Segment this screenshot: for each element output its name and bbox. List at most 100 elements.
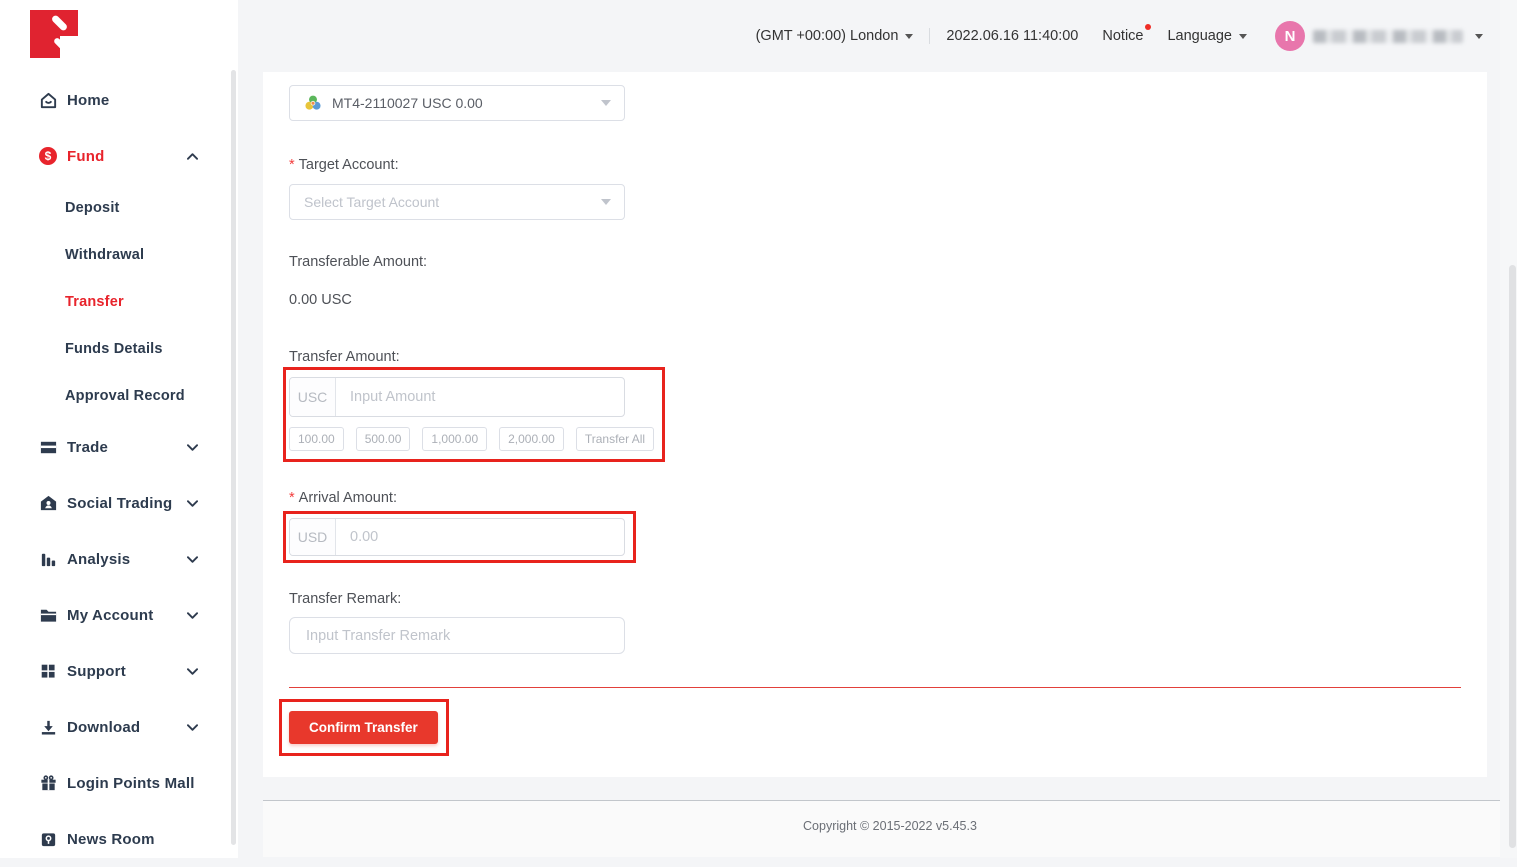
server-datetime: 2022.06.16 11:40:00 [946,28,1078,44]
gift-icon [38,773,58,793]
mt4-account-icon [304,94,322,112]
source-account-select[interactable]: MT4-2110027 USC 0.00 [289,85,625,121]
topbar: (GMT +00:00) London 2022.06.16 11:40:00 … [238,0,1517,72]
sidebar-item-approval-record[interactable]: Approval Record [0,372,238,419]
arrival-amount-annotation-box: USD [283,511,636,563]
chevron-down-icon [187,668,198,675]
news-room-icon [38,829,58,849]
topbar-divider [929,28,930,44]
sidebar: Home $ Fund Deposit Withdrawal Transfer … [0,0,238,858]
fund-icon: $ [38,146,58,166]
sidebar-item-label: Withdrawal [65,247,144,263]
transfer-amount-input[interactable] [336,378,624,416]
caret-down-icon [1239,34,1247,39]
sidebar-item-label: Download [67,719,140,736]
sidebar-scrollbar[interactable] [231,70,236,845]
transfer-amount-label: Transfer Amount: [289,349,1461,365]
footer-gap [238,777,1517,800]
quick-amount-button[interactable]: 2,000.00 [499,427,564,451]
target-account-label: *Target Account: [289,157,1461,173]
confirm-transfer-button[interactable]: Confirm Transfer [289,711,438,744]
transfer-form-card: MT4-2110027 USC 0.00 *Target Account: Se… [263,72,1487,777]
caret-down-icon [905,34,913,39]
language-selector[interactable]: Language [1167,28,1247,44]
avatar[interactable]: N [1275,21,1305,51]
sidebar-item-deposit[interactable]: Deposit [0,184,238,231]
sidebar-item-fund[interactable]: $ Fund [0,128,238,184]
sidebar-item-label: Fund [67,148,104,165]
required-marker: * [289,157,295,173]
sidebar-item-label: Support [67,663,126,680]
chevron-down-icon [187,444,198,451]
arrival-amount-input-group: USD [289,518,625,556]
sidebar-item-download[interactable]: Download [0,699,238,755]
home-icon [38,90,58,110]
sidebar-item-my-account[interactable]: My Account [0,587,238,643]
caret-down-icon [1475,34,1483,39]
sidebar-item-label: News Room [67,831,155,848]
transferable-amount-label: Transferable Amount: [289,254,1461,270]
transferable-amount-value: 0.00 USC [289,292,1461,308]
quick-amount-button[interactable]: 1,000.00 [422,427,487,451]
currency-prefix: USD [290,519,336,555]
sidebar-item-label: Funds Details [65,341,163,357]
sidebar-item-label: Deposit [65,200,120,216]
transfer-all-button[interactable]: Transfer All [576,427,654,451]
transfer-amount-annotation-box: USC 100.00 500.00 1,000.00 2,000.00 Tran… [283,367,665,462]
chevron-up-icon [187,153,198,160]
transfer-remark-input[interactable] [289,617,625,654]
brand-logo-icon [30,10,78,58]
language-label: Language [1167,28,1232,44]
quick-amount-row: 100.00 500.00 1,000.00 2,000.00 Transfer… [289,427,654,451]
sidebar-item-news-room[interactable]: News Room [0,811,238,867]
wallet-icon [38,437,58,457]
sidebar-item-home[interactable]: Home [0,72,238,128]
sidebar-item-social-trading[interactable]: Social Trading [0,475,238,531]
folder-icon [38,605,58,625]
notice-badge-dot [1145,24,1151,30]
caret-down-icon [601,199,611,205]
sidebar-item-login-points-mall[interactable]: Login Points Mall [0,755,238,811]
bar-chart-icon [38,549,58,569]
source-account-value: MT4-2110027 USC 0.00 [332,95,483,111]
notice-label: Notice [1102,28,1143,44]
sidebar-item-support[interactable]: Support [0,643,238,699]
caret-down-icon [601,100,611,106]
sidebar-item-label: Analysis [67,551,130,568]
arrival-amount-input[interactable] [336,519,624,555]
transfer-amount-input-group: USC [289,377,625,417]
sidebar-item-funds-details[interactable]: Funds Details [0,325,238,372]
sidebar-item-label: Trade [67,439,108,456]
chevron-down-icon [187,500,198,507]
page-scrollbar-thumb[interactable] [1509,265,1516,848]
notice-button[interactable]: Notice [1102,28,1143,44]
download-icon [38,717,58,737]
brand-logo[interactable] [0,0,238,72]
target-account-placeholder: Select Target Account [304,194,439,210]
timezone-selector[interactable]: (GMT +00:00) London [756,28,914,44]
target-account-select[interactable]: Select Target Account [289,184,625,220]
timezone-label: (GMT +00:00) London [756,28,899,44]
copyright-text: Copyright © 2015-2022 v5.45.3 [803,819,977,833]
sidebar-item-withdrawal[interactable]: Withdrawal [0,231,238,278]
red-divider [289,687,1461,688]
sidebar-item-transfer[interactable]: Transfer [0,278,238,325]
quick-amount-button[interactable]: 100.00 [289,427,344,451]
sidebar-item-label: Social Trading [67,495,172,512]
footer: Copyright © 2015-2022 v5.45.3 [263,800,1517,857]
sidebar-item-label: Approval Record [65,388,185,404]
user-menu[interactable]: N [1275,21,1483,51]
sidebar-item-trade[interactable]: Trade [0,419,238,475]
page-scrollbar[interactable] [1500,0,1517,858]
sidebar-item-analysis[interactable]: Analysis [0,531,238,587]
required-marker: * [289,490,295,506]
chevron-down-icon [187,724,198,731]
house-person-icon [38,493,58,513]
sidebar-item-label: Home [67,92,109,109]
quick-amount-button[interactable]: 500.00 [356,427,411,451]
grid-icon [38,661,58,681]
currency-prefix: USC [290,378,336,416]
transfer-remark-label: Transfer Remark: [289,591,1461,607]
sidebar-item-label: My Account [67,607,153,624]
arrival-amount-label: *Arrival Amount: [289,490,1461,506]
